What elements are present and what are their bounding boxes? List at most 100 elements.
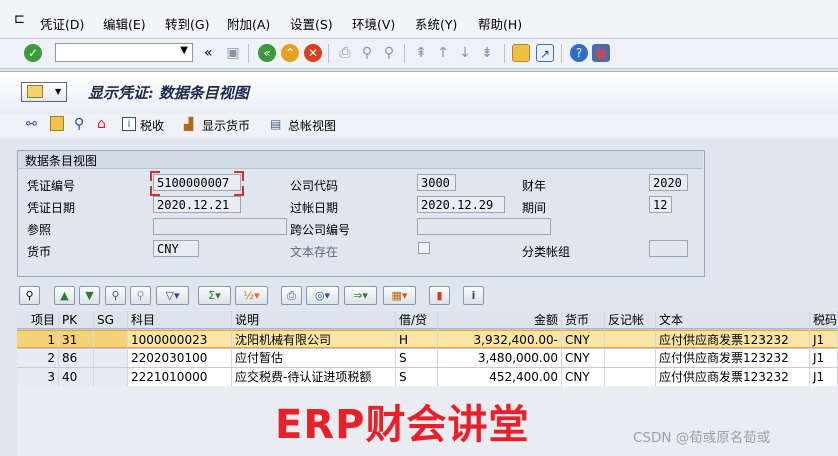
table-row[interactable]: 3 40 2221010000 应交税费-待认证进项税额 S 452,400.00 CNY 应…	[17, 367, 838, 386]
column-header-pk[interactable]: PK	[59, 311, 94, 329]
cell-text[interactable]: 应付供应商发票123232	[656, 368, 810, 386]
cell-pk[interactable]: 31	[59, 330, 94, 348]
layout-icon[interactable]: ▦▾	[383, 286, 416, 305]
menu-goto[interactable]: 转到(G)	[165, 14, 209, 33]
cell-curr[interactable]: CNY	[562, 368, 605, 386]
doc-no-field[interactable]: 5100000007	[153, 174, 241, 191]
save-icon[interactable]: ▣	[224, 44, 242, 62]
prev-page-icon[interactable]: ↑	[434, 44, 452, 62]
cell-item[interactable]: 3	[17, 368, 59, 386]
fiscal-year-field[interactable]: 2020	[649, 174, 688, 191]
cell-desc[interactable]: 应交税费-待认证进项税额	[232, 368, 396, 386]
currency-field[interactable]: CNY	[153, 240, 199, 257]
next-page-icon[interactable]: ↓	[456, 44, 474, 62]
shortcut-icon[interactable]: ↗	[536, 44, 554, 62]
document-icon[interactable]	[50, 116, 64, 131]
cell-tax[interactable]: J1	[810, 368, 838, 386]
column-header-text[interactable]: 文本	[656, 311, 810, 329]
menu-system[interactable]: 系统(Y)	[415, 14, 457, 33]
menu-edit[interactable]: 编辑(E)	[103, 14, 146, 33]
enter-check-icon[interactable]: ✓	[24, 44, 42, 62]
cell-account[interactable]: 2202030100	[128, 349, 232, 367]
column-header-account[interactable]: 科目	[128, 311, 232, 329]
column-header-amount[interactable]: 金额	[438, 311, 562, 329]
table-row[interactable]: 1 31 1000000023 沈阳机械有限公司 H 3,932,400.00- CNY 应付…	[17, 329, 838, 348]
exit-icon[interactable]: ⌃	[281, 44, 299, 62]
cell-reverse[interactable]	[605, 330, 656, 348]
sort-descending-icon[interactable]: ▼	[79, 286, 100, 305]
find-icon[interactable]: ⚲	[358, 44, 376, 62]
cell-sg[interactable]	[94, 349, 128, 367]
subtotal-icon[interactable]: ½▾	[235, 286, 268, 305]
views-icon[interactable]: ◎▾	[306, 286, 339, 305]
export-icon[interactable]: ⇒▾	[344, 286, 377, 305]
cell-sg[interactable]	[94, 330, 128, 348]
cell-curr[interactable]: CNY	[562, 330, 605, 348]
reference-field[interactable]	[153, 218, 287, 235]
cell-text[interactable]: 应付供应商发票123232	[656, 349, 810, 367]
cross-company-field[interactable]	[417, 218, 551, 235]
menu-voucher[interactable]: 凭证(D)	[40, 14, 84, 33]
information-icon[interactable]: i	[463, 286, 484, 305]
column-header-item[interactable]: 项目	[17, 311, 59, 329]
new-session-icon[interactable]	[512, 44, 530, 62]
doc-date-field[interactable]: 2020.12.21	[153, 196, 241, 213]
cell-desc[interactable]: 沈阳机械有限公司	[232, 330, 396, 348]
column-header-sg[interactable]: SG	[94, 311, 128, 329]
command-field[interactable]: ▼	[55, 43, 193, 62]
period-field[interactable]: 12	[649, 196, 672, 213]
cell-account[interactable]: 2221010000	[128, 368, 232, 386]
cell-dc[interactable]: S	[396, 368, 438, 386]
filter-icon[interactable]: ▽▾	[156, 286, 189, 305]
cell-sg[interactable]	[94, 368, 128, 386]
details-icon[interactable]: ⚲	[19, 286, 40, 305]
menu-settings[interactable]: 设置(S)	[290, 14, 333, 33]
cell-tax[interactable]: J1	[810, 330, 838, 348]
cell-item[interactable]: 1	[17, 330, 59, 348]
cell-desc[interactable]: 应付暂估	[232, 349, 396, 367]
cancel-icon[interactable]: ✕	[304, 44, 322, 62]
cell-amount[interactable]: 452,400.00	[438, 368, 562, 386]
cell-reverse[interactable]	[605, 349, 656, 367]
print-preview-icon[interactable]: ⎙	[281, 286, 302, 305]
first-page-icon[interactable]: ⇞	[412, 44, 430, 62]
menu-environment[interactable]: 环境(V)	[352, 14, 395, 33]
cell-amount[interactable]: 3,480,000.00	[438, 349, 562, 367]
sort-ascending-icon[interactable]: ▲	[54, 286, 75, 305]
cell-text[interactable]: 应付供应商发票123232	[656, 330, 810, 348]
cell-pk[interactable]: 40	[59, 368, 94, 386]
menu-help[interactable]: 帮助(H)	[478, 14, 522, 33]
column-header-dc[interactable]: 借/贷	[396, 311, 438, 329]
table-row[interactable]: 2 86 2202030100 应付暂估 S 3,480,000.00 CNY 应付供应商发票…	[17, 348, 838, 367]
column-header-tax[interactable]: 税码	[810, 311, 838, 329]
menu-extras[interactable]: 附加(A)	[227, 14, 270, 33]
find-next-icon[interactable]: ⚲	[380, 44, 398, 62]
cell-reverse[interactable]	[605, 368, 656, 386]
cell-item[interactable]: 2	[17, 349, 59, 367]
sum-icon[interactable]: Σ▾	[198, 286, 231, 305]
cell-dc[interactable]: H	[396, 330, 438, 348]
column-header-curr[interactable]: 货币	[562, 311, 605, 329]
graphic-icon[interactable]: ▮	[429, 286, 450, 305]
cell-dc[interactable]: S	[396, 349, 438, 367]
dropdown-arrow-icon[interactable]: ▼	[180, 45, 188, 56]
help-icon[interactable]: ?	[570, 44, 588, 62]
cell-amount[interactable]: 3,932,400.00-	[438, 330, 562, 348]
menu-icon[interactable]: ⊏	[14, 12, 25, 27]
collapse-arrows-icon[interactable]: «	[204, 45, 213, 61]
company-field[interactable]: 3000	[417, 174, 456, 191]
cell-account[interactable]: 1000000023	[128, 330, 232, 348]
hat-icon[interactable]: ⌂	[97, 116, 106, 132]
find-icon[interactable]: ⚲	[105, 286, 126, 305]
cell-curr[interactable]: CNY	[562, 349, 605, 367]
last-page-icon[interactable]: ⇟	[478, 44, 496, 62]
print-icon[interactable]: ⎙	[336, 44, 354, 62]
text-exists-checkbox[interactable]	[418, 242, 430, 254]
glasses-icon[interactable]: ⚯	[26, 117, 37, 132]
find-next-icon[interactable]: ⚲	[130, 286, 151, 305]
column-header-reverse[interactable]: 反记帐	[605, 311, 656, 329]
cell-pk[interactable]: 86	[59, 349, 94, 367]
posting-date-field[interactable]: 2020.12.29	[417, 196, 505, 213]
column-header-desc[interactable]: 说明	[232, 311, 396, 329]
search-document-icon[interactable]: ⚲	[74, 116, 84, 132]
